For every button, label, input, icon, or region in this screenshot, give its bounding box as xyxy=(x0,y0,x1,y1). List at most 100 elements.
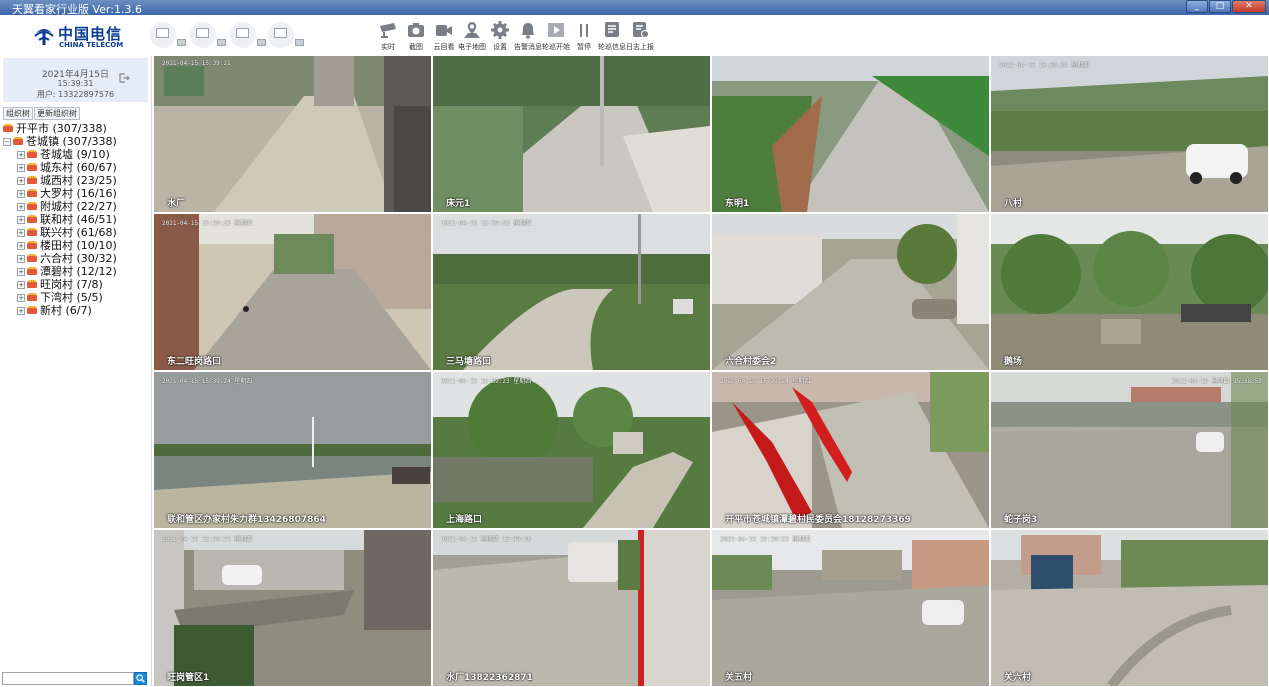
camera-feed-image xyxy=(154,214,431,370)
camera-view[interactable]: 2021-04-15 15:39:23 星期四 旺岗管区1 xyxy=(154,530,431,686)
maximize-button[interactable]: □ xyxy=(1209,0,1231,13)
layout-1-button[interactable] xyxy=(150,22,186,48)
refresh-org-tree-button[interactable]: 更新组织树 xyxy=(34,107,80,120)
expand-icon[interactable]: + xyxy=(17,216,25,224)
camera-view[interactable]: 2021-04-15 15:39:23 星期四 上海路口 xyxy=(433,372,710,528)
toolbar-label: 日志上报 xyxy=(626,43,654,51)
camera-name: 旺岗管区1 xyxy=(167,673,210,683)
camera-view[interactable]: 2021-04-15 15:39:23 星期四 东二旺岗路口 xyxy=(154,214,431,370)
camera-view[interactable]: 2021-04-15 星期四 15:39:26 水厂13822362871 xyxy=(433,530,710,686)
org-unit-icon xyxy=(27,293,37,301)
title-bar: 天翼看家行业版 Ver:1.3.6 _ □ ✕ xyxy=(0,0,1269,16)
layout-4-button[interactable] xyxy=(190,22,226,48)
camera-name: 水厂13822362871 xyxy=(446,673,533,683)
camera-view[interactable]: 2021-04-15 15:39:24 星期四 八村 xyxy=(991,56,1268,212)
camera-feed-image xyxy=(712,56,989,212)
tree-node[interactable]: + 联兴村 (61/68) xyxy=(17,226,117,239)
camera-timestamp: 2021-04-15 15:39:23 星期四 xyxy=(720,536,811,543)
camera-feed-image xyxy=(991,530,1268,686)
tree-node[interactable]: + 旺岗村 (7/8) xyxy=(17,278,103,291)
log-upload-icon xyxy=(633,22,649,38)
org-unit-icon xyxy=(27,176,37,184)
camera-feed-image xyxy=(154,56,431,212)
camera-feed-image xyxy=(712,214,989,370)
minimize-button[interactable]: _ xyxy=(1186,0,1208,13)
camera-name: 上海路口 xyxy=(446,515,483,525)
collapse-icon[interactable]: − xyxy=(3,138,11,146)
expand-icon[interactable]: + xyxy=(17,164,25,172)
search-input[interactable] xyxy=(2,672,134,685)
camera-view[interactable]: 2021-04-15 星期四 15:38:52 蛇子岗3 xyxy=(991,372,1268,528)
tree-node[interactable]: − 苍城镇 (307/338) xyxy=(3,135,117,148)
camera-name: 关六村 xyxy=(1004,673,1032,683)
camera-feed-image xyxy=(433,56,710,212)
logout-icon[interactable] xyxy=(118,72,130,84)
camera-name: 六合村委会2 xyxy=(725,357,777,367)
expand-icon[interactable]: + xyxy=(17,177,25,185)
expand-icon[interactable]: + xyxy=(17,151,25,159)
expand-icon[interactable]: + xyxy=(17,242,25,250)
org-tree-button[interactable]: 组织树 xyxy=(3,107,33,120)
tree-node[interactable]: 开平市 (307/338) xyxy=(3,122,107,135)
camera-view[interactable]: 2021-04-15 15:39:21 水厂 xyxy=(154,56,431,212)
tree-node[interactable]: + 下湾村 (5/5) xyxy=(17,291,103,304)
tree-node[interactable]: + 六合村 (30/32) xyxy=(17,252,117,265)
expand-icon[interactable]: + xyxy=(17,281,25,289)
camera-view[interactable]: 2021-04-15 15:39:22 星期四 三马塘路口 xyxy=(433,214,710,370)
tree-node-label: 新村 (6/7) xyxy=(40,304,92,317)
tree-node[interactable]: + 潭碧村 (12/12) xyxy=(17,265,117,278)
camera-feed-image xyxy=(433,530,710,686)
tree-node-label: 苍城镇 (307/338) xyxy=(26,135,117,148)
org-unit-icon xyxy=(27,163,37,171)
brand-name-en: CHINA TELECOM xyxy=(59,41,124,49)
layout-16-button[interactable] xyxy=(268,22,304,48)
camera-feed-image xyxy=(712,372,989,528)
camera-view[interactable]: 关六村 xyxy=(991,530,1268,686)
expand-icon[interactable]: + xyxy=(17,307,25,315)
tree-node[interactable]: + 苍城墟 (9/10) xyxy=(17,148,110,161)
camera-timestamp: 2021-04-15 15:39:24 星期四 xyxy=(162,378,253,385)
camera-feed-image xyxy=(712,530,989,686)
camera-view[interactable]: 2021-04-15 15:39:23 星期四 关五村 xyxy=(712,530,989,686)
camera-view[interactable]: 东明1 xyxy=(712,56,989,212)
close-button[interactable]: ✕ xyxy=(1232,0,1266,13)
camera-feed-image xyxy=(991,372,1268,528)
tree-node[interactable]: + 楼田村 (10/10) xyxy=(17,239,117,252)
camera-name: 联和管区办家村朱力群13426807864 xyxy=(167,515,326,525)
org-unit-icon xyxy=(27,241,37,249)
toolbar-log-upload-button[interactable]: 日志上报 xyxy=(618,20,662,54)
tree-node[interactable]: + 城东村 (60/67) xyxy=(17,161,117,174)
layout-9-button[interactable] xyxy=(230,22,266,48)
expand-icon[interactable]: + xyxy=(17,203,25,211)
expand-icon[interactable]: + xyxy=(17,268,25,276)
camera-timestamp: 2021-04-15 星期四 15:38:52 xyxy=(1171,378,1262,385)
tree-node-label: 旺岗村 (7/8) xyxy=(40,278,103,291)
tree-node-label: 苍城墟 (9/10) xyxy=(40,148,110,161)
expand-icon[interactable]: + xyxy=(17,255,25,263)
camera-name: 东明1 xyxy=(725,199,750,209)
search-button[interactable] xyxy=(134,672,147,685)
camera-view[interactable]: 2021-04-15 15:39:24 星期四 开平市苍城镇潭碧村民委员会1812… xyxy=(712,372,989,528)
camera-feed-image xyxy=(154,530,431,686)
tree-node[interactable]: + 新村 (6/7) xyxy=(17,304,92,317)
tree-node[interactable]: + 联和村 (46/51) xyxy=(17,213,117,226)
tree-node[interactable]: + 附城村 (22/27) xyxy=(17,200,117,213)
org-unit-icon xyxy=(27,228,37,236)
tree-node-label: 六合村 (30/32) xyxy=(40,252,117,265)
tree-node[interactable]: + 大罗村 (16/16) xyxy=(17,187,117,200)
camera-view[interactable]: 2021-04-15 15:39:24 星期四联和管区办家村朱力群1342680… xyxy=(154,372,431,528)
camera-view[interactable]: 六合村委会2 xyxy=(712,214,989,370)
expand-icon[interactable]: + xyxy=(17,190,25,198)
china-telecom-logo: 中国电信 CHINA TELECOM xyxy=(0,22,150,52)
tree-node-label: 下湾村 (5/5) xyxy=(40,291,103,304)
tree-node[interactable]: + 城西村 (23/25) xyxy=(17,174,117,187)
expand-icon[interactable]: + xyxy=(17,229,25,237)
tree-node-label: 联兴村 (61/68) xyxy=(40,226,117,239)
expand-icon[interactable]: + xyxy=(17,294,25,302)
camera-view[interactable]: 鹅场 xyxy=(991,214,1268,370)
camera-view[interactable]: 床元1 xyxy=(433,56,710,212)
camera-name: 蛇子岗3 xyxy=(1004,515,1038,525)
org-unit-icon xyxy=(27,280,37,288)
window-title: 天翼看家行业版 Ver:1.3.6 xyxy=(12,3,142,16)
camera-name: 八村 xyxy=(1004,199,1023,209)
